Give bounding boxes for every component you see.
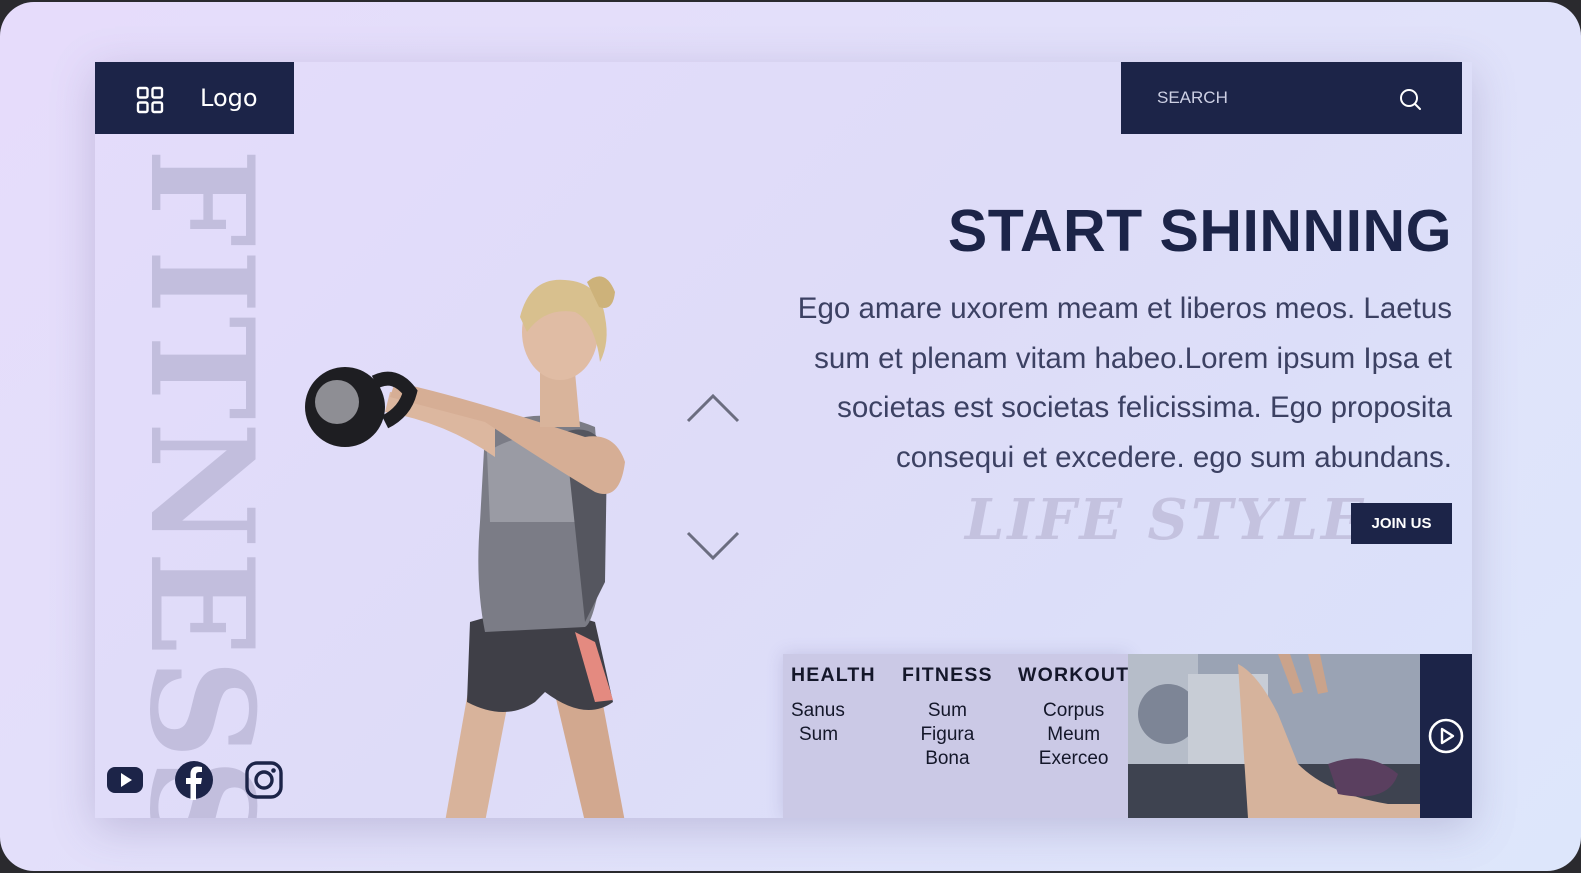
chevron-up-icon[interactable] xyxy=(685,392,741,424)
category-health[interactable]: HEALTH Sanus Sum xyxy=(791,664,876,747)
category-title: FITNESS xyxy=(902,664,993,686)
landing-card: Logo FITNESS xyxy=(95,62,1472,818)
category-fitness[interactable]: FITNESS Sum Figura Bona xyxy=(902,664,993,771)
categories-panel: HEALTH Sanus Sum FITNESS Sum Figura Bona… xyxy=(783,654,1128,818)
search-input[interactable] xyxy=(1157,84,1387,112)
hero-headline: START SHINNING xyxy=(947,198,1452,264)
hero-athlete-image xyxy=(305,276,625,818)
logo-text[interactable]: Logo xyxy=(200,84,258,112)
join-us-button[interactable]: JOIN US xyxy=(1351,503,1452,544)
workout-video-thumbnail[interactable] xyxy=(1128,654,1420,818)
gym-photo xyxy=(1128,654,1420,818)
grid-icon[interactable] xyxy=(136,86,164,114)
page-frame: Logo FITNESS xyxy=(0,2,1581,871)
category-item: Figura xyxy=(920,724,975,745)
instagram-icon[interactable] xyxy=(244,760,284,800)
category-items: Sum Figura Bona xyxy=(902,699,993,771)
category-item: Sum xyxy=(927,700,967,721)
youtube-icon[interactable] xyxy=(105,760,145,800)
play-circle-icon[interactable] xyxy=(1427,717,1465,755)
facebook-icon[interactable] xyxy=(174,760,214,800)
category-title: HEALTH xyxy=(791,664,876,686)
category-title: WORKOUT xyxy=(1018,664,1130,686)
fitness-watermark-text: FITNESS xyxy=(118,148,284,818)
category-item: Corpus xyxy=(1043,700,1105,721)
category-item: Meum xyxy=(1047,724,1101,745)
lifestyle-watermark: LIFE STYLE xyxy=(965,487,1367,553)
search-bar xyxy=(1121,62,1462,134)
category-items: Corpus Meum Exerceo xyxy=(1018,699,1129,771)
play-strip xyxy=(1420,654,1472,818)
category-item: Sum xyxy=(799,724,839,745)
fitness-watermark: FITNESS xyxy=(118,142,284,818)
category-item: Bona xyxy=(925,748,970,769)
logo-block[interactable]: Logo xyxy=(95,62,294,134)
category-item: Sanus xyxy=(791,700,845,721)
category-item: Exerceo xyxy=(1038,748,1109,769)
hero-body-text: Ego amare uxorem meam et liberos meos. L… xyxy=(797,292,1452,474)
chevron-down-icon[interactable] xyxy=(685,530,741,562)
category-items: Sanus Sum xyxy=(791,699,876,747)
search-icon[interactable] xyxy=(1398,87,1422,111)
category-workout[interactable]: WORKOUT Corpus Meum Exerceo xyxy=(1018,664,1129,771)
